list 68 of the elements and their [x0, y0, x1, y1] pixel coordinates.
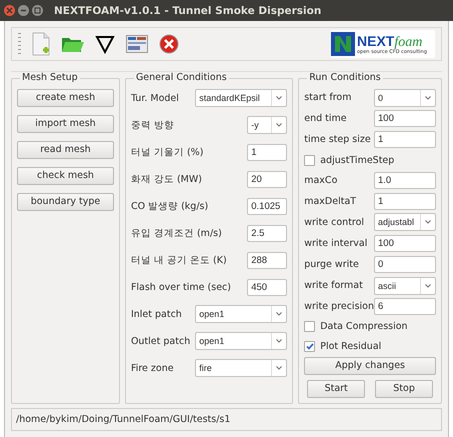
- dropdown[interactable]: ascii: [374, 276, 436, 295]
- field-label: maxDeltaT: [304, 196, 356, 207]
- field-label: write format: [304, 280, 363, 292]
- field-label: Outlet patch: [130, 336, 190, 347]
- cancel-icon[interactable]: [157, 32, 181, 56]
- field-label: write interval: [304, 238, 368, 249]
- field-label: Tur. Model: [130, 92, 179, 104]
- logo-wordmark: NEXTfoam: [357, 34, 422, 50]
- checkbox[interactable]: [304, 321, 316, 332]
- mesh-button[interactable]: read mesh: [17, 140, 114, 159]
- dropdown[interactable]: open1: [195, 332, 288, 350]
- close-icon[interactable]: [4, 5, 15, 16]
- status-path: /home/bykim/Doing/TunnelFoam/GUI/tests/s1: [16, 414, 230, 425]
- field-label: maxCo: [304, 174, 338, 186]
- maximize-icon[interactable]: [32, 5, 43, 16]
- input-field[interactable]: 100: [374, 234, 436, 252]
- apply-button[interactable]: Apply changes: [304, 357, 436, 375]
- checkbox[interactable]: [304, 154, 316, 166]
- field-label: 중력 방향: [130, 118, 174, 132]
- field-label: Fire zone: [130, 362, 174, 374]
- input-field[interactable]: 288: [247, 252, 288, 269]
- input-field[interactable]: 450: [247, 278, 288, 296]
- field-label: CO 발생량 (kg/s): [130, 200, 208, 213]
- dropdown[interactable]: open1: [195, 305, 288, 324]
- screenshot-icon[interactable]: [125, 32, 149, 56]
- input-field[interactable]: 20: [247, 170, 288, 188]
- input-field[interactable]: 1.0: [374, 172, 436, 189]
- field-label: 터널 내 공기 온도 (K): [130, 254, 227, 267]
- mesh-button[interactable]: create mesh: [17, 88, 114, 107]
- field-label: start from: [304, 92, 352, 104]
- field-label: purge write: [304, 259, 359, 270]
- checkbox-label: Plot Residual: [320, 340, 382, 352]
- input-field[interactable]: 0.1025: [247, 198, 288, 215]
- input-field[interactable]: 1: [374, 192, 436, 210]
- field-label: write control: [304, 216, 364, 228]
- dropdown[interactable]: adjustabl: [374, 213, 436, 232]
- field-label: end time: [304, 113, 347, 124]
- mesh-button[interactable]: import mesh: [17, 114, 114, 133]
- field-label: Inlet patch: [130, 308, 182, 320]
- checkbox[interactable]: [304, 340, 316, 352]
- group-title: Run Conditions: [307, 72, 383, 83]
- dropdown[interactable]: standardKEpsil: [195, 89, 288, 108]
- input-field[interactable]: 2.5: [247, 224, 288, 242]
- field-label: 터널 기울기 (%): [130, 146, 204, 159]
- field-label: write precision: [304, 301, 374, 312]
- field-label: time step size: [304, 134, 371, 146]
- mesh-button[interactable]: check mesh: [17, 166, 114, 185]
- input-field[interactable]: 0: [374, 256, 436, 274]
- checkbox-label: Data Compression: [320, 321, 408, 332]
- field-label: 화재 강도 (MW): [130, 172, 202, 186]
- mesh-button[interactable]: boundary type: [17, 192, 114, 211]
- input-field[interactable]: 1: [374, 131, 436, 148]
- checkbox-label: adjustTimeStep: [320, 154, 394, 166]
- field-label: Flash over time (sec): [130, 282, 231, 293]
- n-logo-icon: [331, 32, 355, 56]
- minimize-icon[interactable]: [18, 5, 29, 16]
- field-label: 유입 경계조건 (m/s): [130, 226, 222, 240]
- group-title: General Conditions: [134, 72, 229, 83]
- input-field[interactable]: 1: [247, 144, 288, 161]
- dropdown[interactable]: 0: [374, 88, 436, 107]
- stop-button[interactable]: Stop: [375, 380, 434, 398]
- input-field[interactable]: 100: [374, 110, 436, 128]
- dropdown[interactable]: -y: [247, 116, 288, 134]
- input-field[interactable]: 6: [374, 298, 436, 316]
- dropdown[interactable]: fire: [195, 359, 288, 378]
- window-title: NEXTFOAM-v1.0.1 - Tunnel Smoke Dispersion: [54, 4, 322, 17]
- group-title: Mesh Setup: [20, 72, 80, 83]
- start-button[interactable]: Start: [307, 380, 366, 398]
